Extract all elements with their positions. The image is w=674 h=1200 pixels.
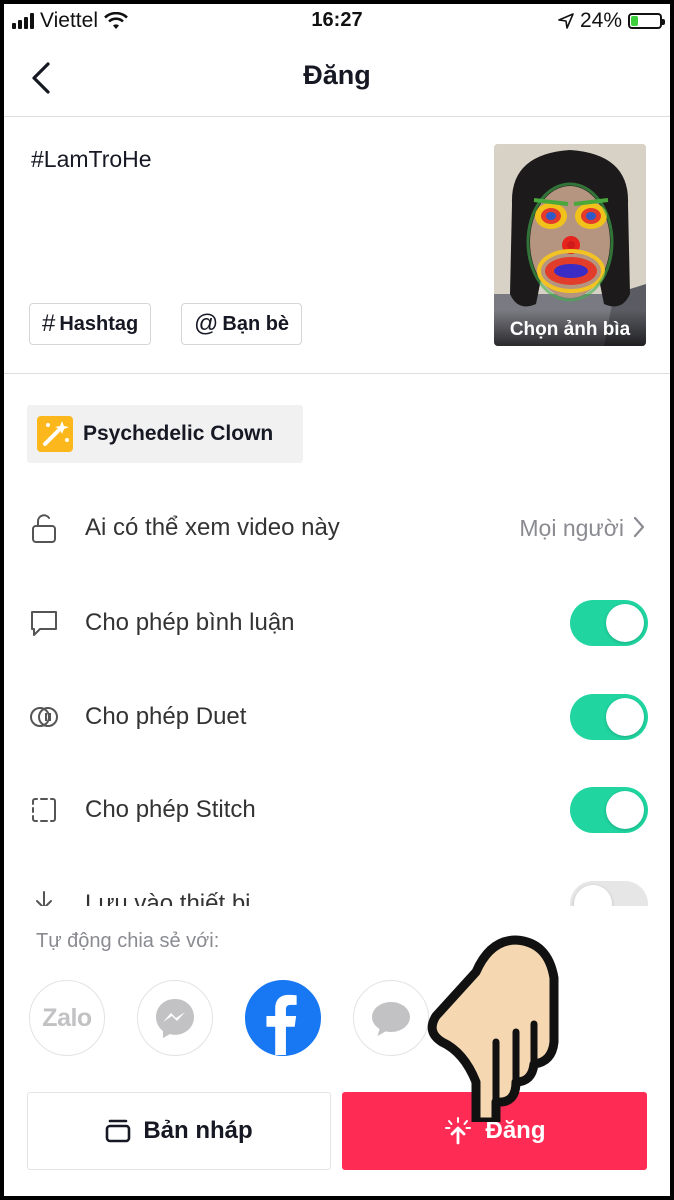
- mention-friends-button[interactable]: @ Bạn bè: [181, 303, 303, 345]
- cover-select-label: Chọn ảnh bìa: [494, 310, 646, 346]
- privacy-value: Mọi người: [519, 515, 624, 541]
- duet-setting-row: Cho phép Duet: [4, 687, 670, 747]
- duet-toggle[interactable]: [570, 694, 648, 740]
- share-facebook-button[interactable]: [245, 980, 321, 1056]
- hashtag-button[interactable]: # Hashtag: [29, 303, 152, 345]
- chevron-right-icon: [633, 516, 645, 538]
- zalo-logo: Zalo: [42, 1003, 92, 1032]
- hash-icon: #: [42, 310, 56, 337]
- effect-name: Psychedelic Clown: [83, 422, 274, 445]
- page-title: Đăng: [303, 60, 371, 90]
- comments-toggle[interactable]: [570, 600, 648, 646]
- post-screen: Viettel 16:27 24% Đăng #LamTroHe # Hasht…: [4, 4, 670, 1196]
- privacy-setting-row[interactable]: Ai có thể xem video này Mọi người: [4, 498, 670, 558]
- chat-bubble-icon: [372, 1002, 410, 1036]
- toggle-knob: [606, 791, 644, 829]
- duet-icon: [30, 707, 58, 727]
- battery-icon: [628, 13, 665, 29]
- effect-chip[interactable]: Psychedelic Clown: [27, 405, 303, 463]
- save-draft-button[interactable]: Bản nháp: [27, 1092, 331, 1170]
- at-icon: @: [194, 310, 219, 337]
- caption-input[interactable]: #LamTroHe: [31, 146, 152, 173]
- toggle-knob: [606, 604, 644, 642]
- stitch-setting-row: Cho phép Stitch: [4, 780, 670, 840]
- facebook-icon: [266, 994, 297, 1055]
- toggle-knob: [606, 698, 644, 736]
- status-bar: Viettel 16:27 24%: [4, 4, 670, 38]
- nav-header: Đăng: [4, 38, 670, 117]
- section-divider: [4, 373, 670, 374]
- comments-label: Cho phép bình luận: [85, 609, 295, 636]
- auto-share-label: Tự động chia sẻ với:: [36, 930, 220, 952]
- comment-icon: [31, 611, 57, 636]
- hashtag-button-label: Hashtag: [59, 312, 139, 335]
- cover-thumbnail[interactable]: Chọn ảnh bìa: [494, 144, 646, 346]
- privacy-label: Ai có thể xem video này: [85, 514, 340, 541]
- friends-button-label: Bạn bè: [222, 312, 290, 335]
- stitch-label: Cho phép Stitch: [85, 796, 256, 823]
- stitch-icon: [32, 798, 56, 822]
- draft-button-label: Bản nháp: [143, 1117, 253, 1144]
- share-messenger-button[interactable]: [137, 980, 213, 1056]
- comments-setting-row: Cho phép bình luận: [4, 593, 670, 653]
- location-arrow-icon: [558, 13, 574, 29]
- pointing-hand-icon: [427, 935, 559, 1122]
- share-zalo-button[interactable]: Zalo: [29, 980, 105, 1056]
- stitch-toggle[interactable]: [570, 787, 648, 833]
- drafts-icon: [106, 1119, 131, 1143]
- messenger-icon: [156, 999, 194, 1038]
- unlock-icon: [32, 514, 56, 543]
- sparkle-effect-icon: [37, 416, 73, 452]
- duet-label: Cho phép Duet: [85, 703, 247, 730]
- battery-percent: 24%: [579, 9, 622, 32]
